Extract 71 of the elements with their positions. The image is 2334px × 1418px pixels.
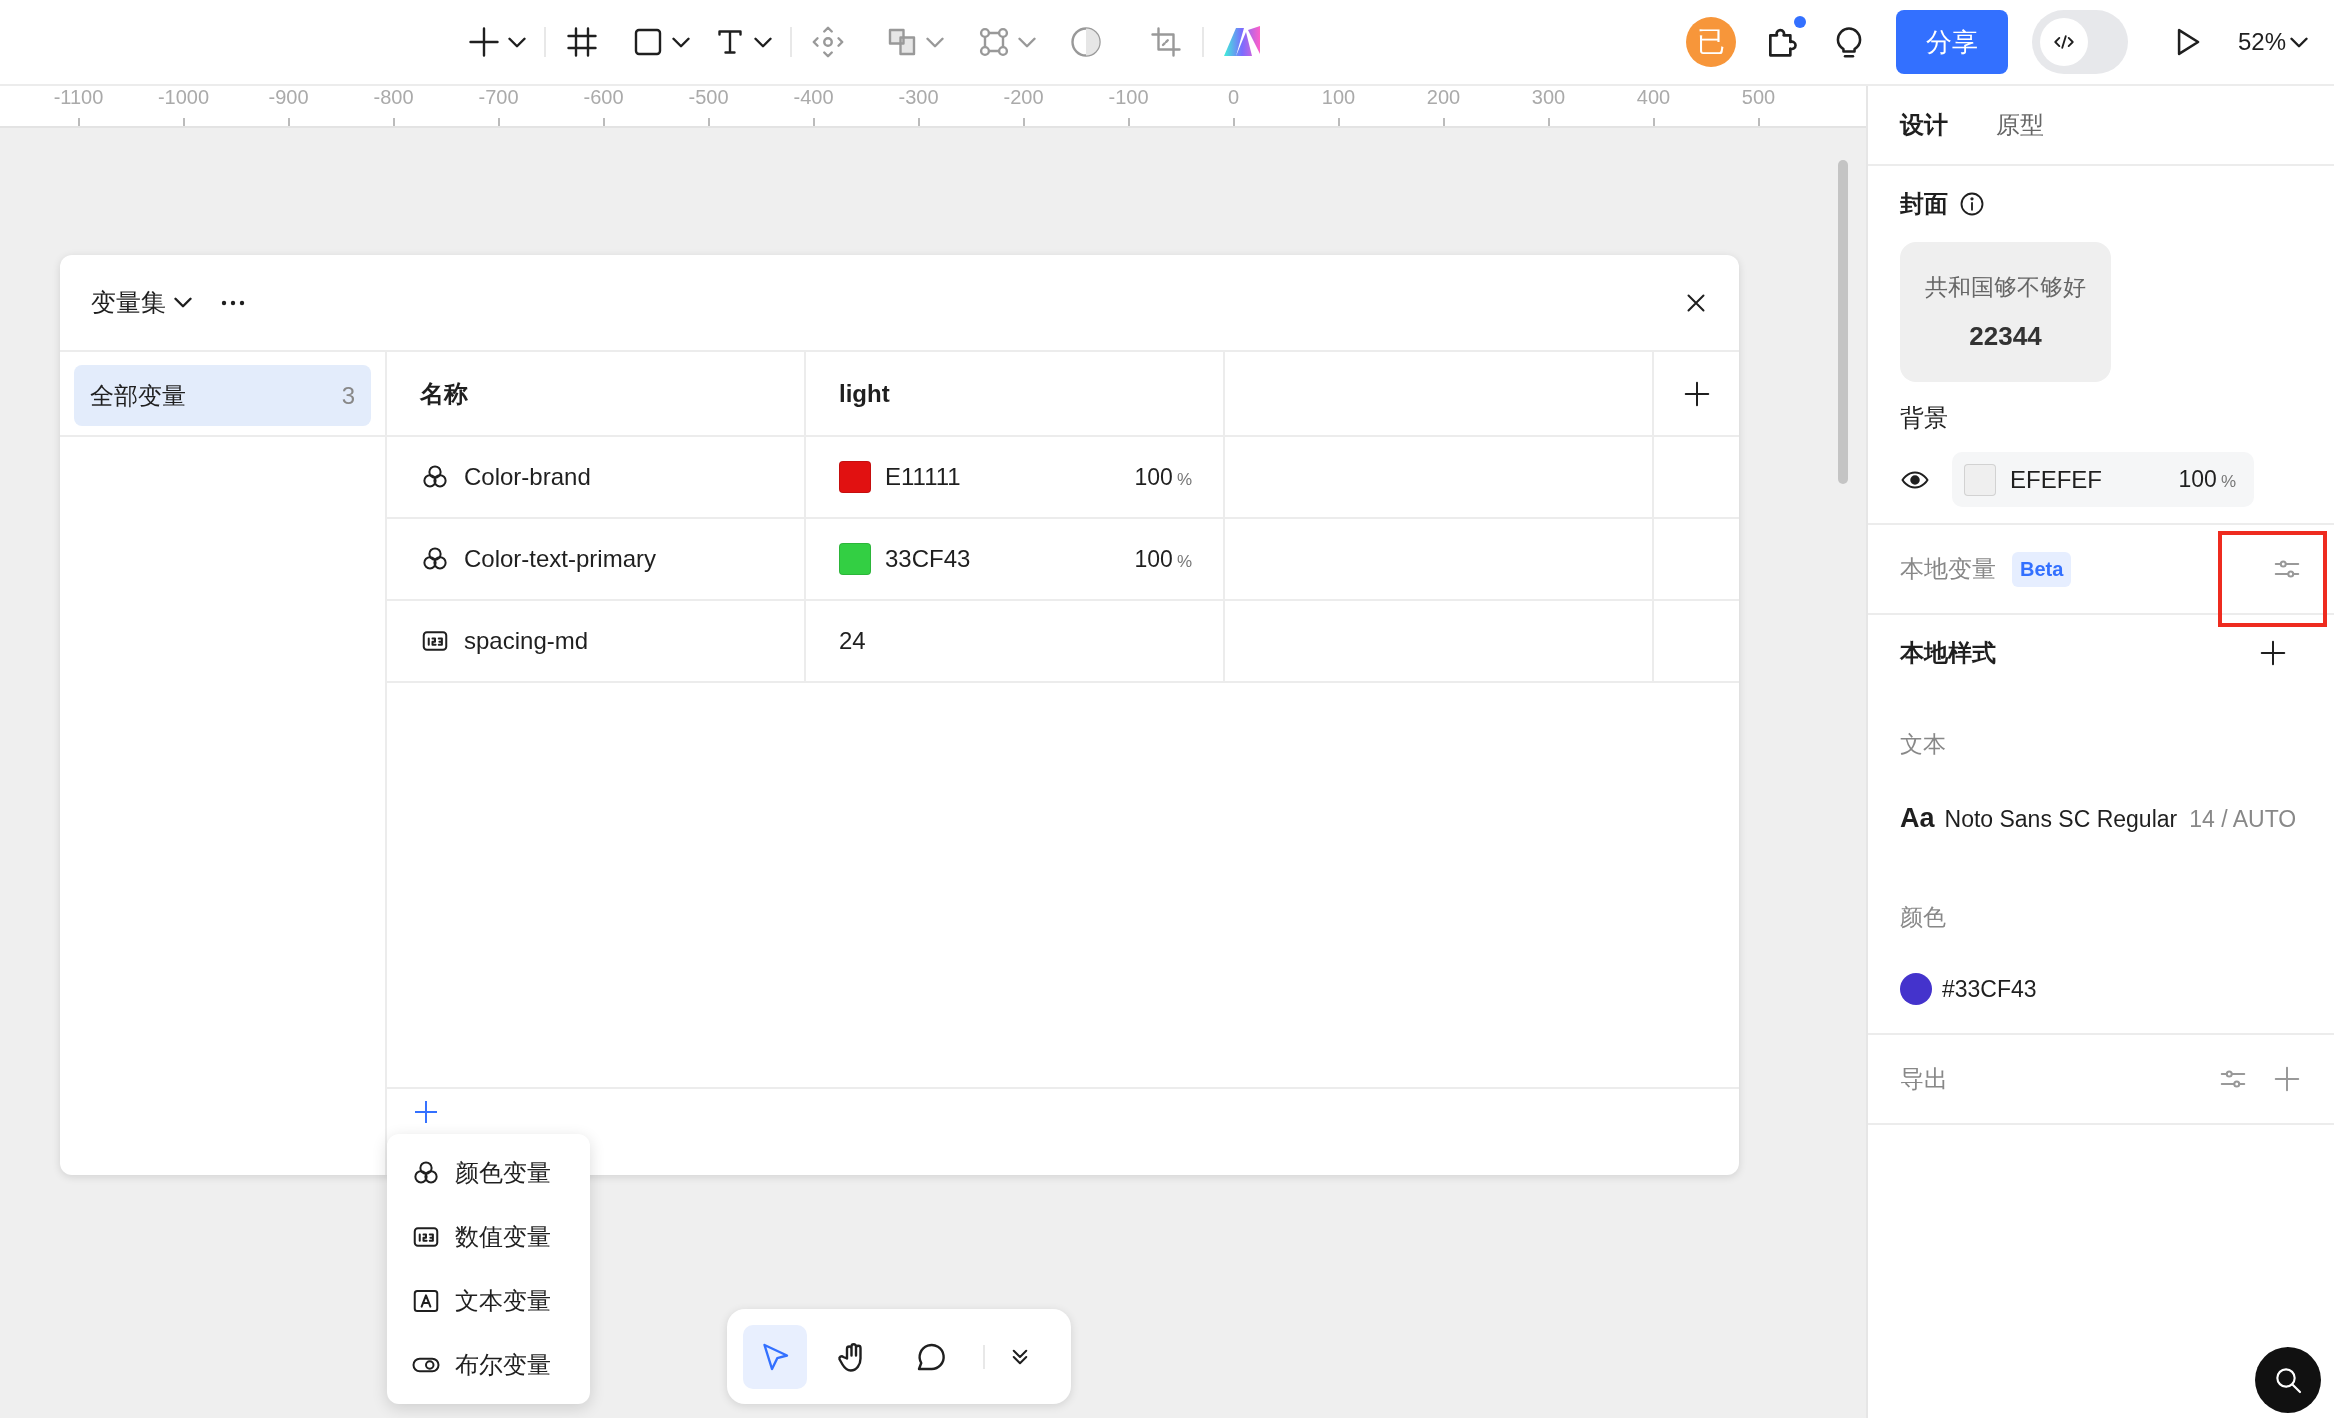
variable-value: 24 bbox=[839, 627, 866, 655]
chevron-down-icon[interactable] bbox=[672, 36, 690, 48]
ruler-label: 400 bbox=[1636, 86, 1671, 109]
scrollbar[interactable] bbox=[1838, 160, 1848, 484]
ruler-label: -700 bbox=[478, 86, 519, 109]
cover-text: 22344 bbox=[1969, 321, 2042, 352]
collection-dropdown[interactable]: 变量集 bbox=[91, 286, 192, 319]
share-button[interactable]: 分享 bbox=[1895, 10, 2008, 74]
cover-text: 共和国够不够好 bbox=[1925, 273, 2086, 302]
ruler-label: -500 bbox=[688, 86, 729, 109]
info-icon[interactable] bbox=[1958, 190, 1986, 218]
add-icon[interactable] bbox=[466, 24, 502, 60]
add-icon[interactable] bbox=[2258, 638, 2288, 668]
half-circle-icon[interactable] bbox=[1068, 24, 1104, 60]
menu-item[interactable]: 布尔变量 bbox=[387, 1333, 590, 1397]
ruler-label: -900 bbox=[268, 86, 309, 109]
zoom-dropdown[interactable]: 52% bbox=[2237, 28, 2308, 56]
chevron-down-icon[interactable] bbox=[174, 297, 192, 308]
variable-name: spacing-md bbox=[464, 627, 589, 655]
chevron-down-icon[interactable] bbox=[2290, 36, 2308, 48]
notification-dot bbox=[1793, 16, 1806, 28]
variable-value: E11111 bbox=[885, 463, 961, 491]
ruler-label: -800 bbox=[373, 86, 414, 109]
column-header: light bbox=[839, 379, 890, 408]
chevron-down-icon[interactable] bbox=[754, 36, 772, 48]
ruler-label: -300 bbox=[898, 86, 939, 109]
group-label: 颜色 bbox=[1900, 902, 1947, 932]
column-header: 名称 bbox=[420, 378, 468, 409]
ruler-label: 300 bbox=[1531, 86, 1566, 109]
opacity-value: 100 % bbox=[1134, 545, 1192, 573]
opacity-value: 100 % bbox=[1134, 463, 1192, 491]
color-swatch[interactable] bbox=[839, 461, 871, 493]
panel-tab[interactable]: 设计 bbox=[1900, 109, 1948, 141]
chevron-down-icon[interactable] bbox=[508, 36, 526, 48]
add-variable-icon[interactable] bbox=[415, 1101, 437, 1123]
color-style-name[interactable]: #33CF43 bbox=[1942, 972, 2037, 1005]
section-title: 本地样式 bbox=[1900, 638, 1996, 668]
ruler-label: 0 bbox=[1227, 86, 1240, 109]
ruler-label: -400 bbox=[793, 86, 834, 109]
background-color-field[interactable]: EFEFEF 100 % bbox=[1952, 452, 2254, 507]
ruler-label: 100 bbox=[1321, 86, 1356, 109]
ruler-label: 500 bbox=[1741, 86, 1776, 109]
beta-badge: Beta bbox=[2012, 551, 2072, 587]
color-swatch[interactable] bbox=[1964, 463, 1996, 496]
more-icon[interactable] bbox=[220, 298, 246, 307]
section-title: 本地变量 bbox=[1900, 554, 1996, 584]
variable-value: 33CF43 bbox=[885, 545, 971, 573]
ruler-label: 200 bbox=[1426, 86, 1461, 109]
section-title: 封面 bbox=[1900, 189, 1948, 219]
section-title: 导出 bbox=[1900, 1064, 1948, 1094]
ruler-label: -1000 bbox=[157, 86, 210, 109]
menu-item[interactable]: 颜色变量 bbox=[387, 1141, 590, 1205]
crop-icon[interactable] bbox=[1148, 24, 1184, 60]
pointer-tool-button[interactable] bbox=[743, 1324, 807, 1389]
section-title: 背景 bbox=[1900, 403, 1948, 433]
ruler-label: -1100 bbox=[53, 86, 104, 109]
ruler-label: -600 bbox=[583, 86, 624, 109]
ruler-label: -200 bbox=[1003, 86, 1044, 109]
move-icon[interactable] bbox=[810, 24, 846, 60]
group-label: 文本 bbox=[1900, 730, 1947, 759]
menu-item[interactable]: 数值变量 bbox=[387, 1205, 590, 1269]
collection-item[interactable]: 全部变量 3 bbox=[74, 365, 371, 426]
variable-name: Color-text-primary bbox=[464, 545, 657, 573]
frame-icon[interactable] bbox=[564, 24, 600, 60]
text-style-item[interactable]: Aa Noto Sans SC Regular 14 / AUTO bbox=[1900, 796, 2297, 842]
color-swatch[interactable] bbox=[839, 543, 871, 575]
variable-name: Color-brand bbox=[464, 463, 591, 491]
panel-tab[interactable]: 原型 bbox=[1996, 109, 2044, 141]
menu-item[interactable]: 文本变量 bbox=[387, 1269, 590, 1333]
ruler-label: -100 bbox=[1108, 86, 1149, 109]
cover-thumbnail[interactable]: 共和国够不够好 22344 bbox=[1900, 242, 2111, 382]
